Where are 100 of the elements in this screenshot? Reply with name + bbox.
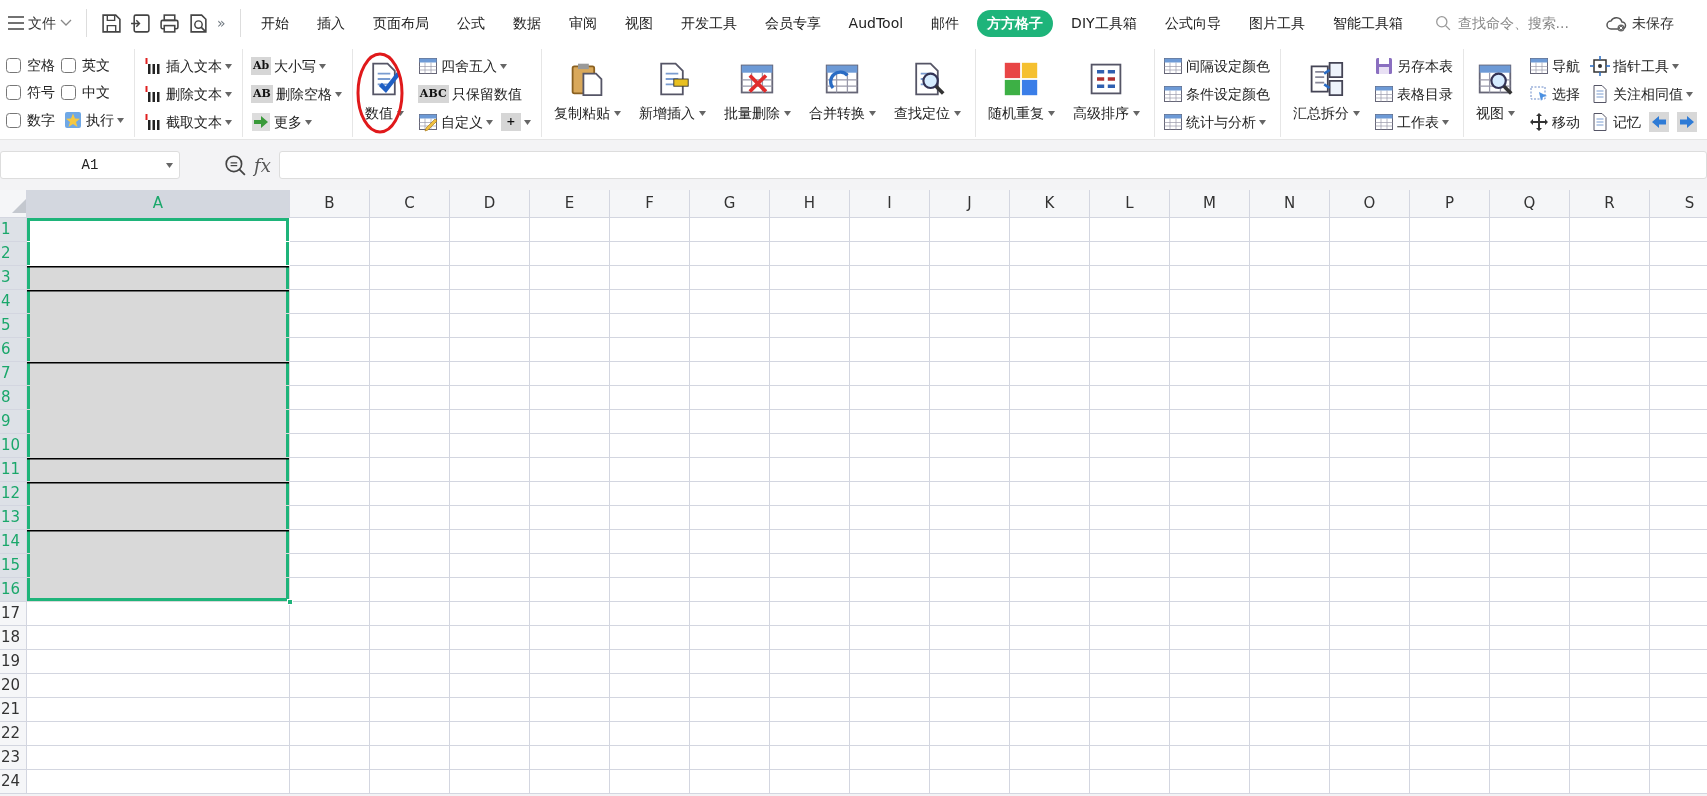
ribbon-tab[interactable]: 开始 [250,9,299,37]
ribbon-button[interactable]: 导航 [1526,53,1582,79]
ribbon-tab[interactable]: 会员专享 [754,9,831,37]
cell[interactable] [27,746,290,770]
ribbon-large-button[interactable]: 批量删除 [717,59,797,126]
column-header[interactable]: C [370,190,450,218]
cell[interactable] [27,530,290,554]
cell[interactable] [27,362,290,386]
column-header[interactable]: F [610,190,690,218]
column-header[interactable]: K [1010,190,1090,218]
cell[interactable] [27,338,290,362]
cell[interactable] [27,626,290,650]
ribbon-button[interactable]: 选择 [1526,81,1582,107]
ribbon-button[interactable]: 插入文本 [141,53,234,79]
row-header[interactable]: 17 [0,602,27,626]
ribbon-tab[interactable]: AudTool [838,9,914,37]
ribbon-tab[interactable]: 页面布局 [362,9,439,37]
formula-field[interactable] [278,151,1707,179]
ribbon-button[interactable]: 执行 [61,107,126,133]
column-header[interactable]: R [1570,190,1650,218]
cell[interactable] [27,722,290,746]
column-header[interactable]: S [1650,190,1707,218]
row-header[interactable]: 20 [0,674,27,698]
ribbon-tab[interactable]: 公式 [446,9,495,37]
cell[interactable] [27,458,290,482]
row-header[interactable]: 23 [0,746,27,770]
name-box[interactable]: A1 [0,151,180,179]
checkbox[interactable] [61,58,76,73]
ribbon-tab[interactable]: 插入 [306,9,355,37]
ribbon-large-button[interactable]: 数值 [358,59,410,126]
column-header[interactable]: L [1090,190,1170,218]
ribbon-button[interactable]: 条件设定颜色 [1160,81,1272,107]
row-header[interactable]: 21 [0,698,27,722]
icon-button[interactable] [1646,109,1671,135]
ribbon-button[interactable]: 指针工具 [1587,53,1681,79]
row-header[interactable]: 19 [0,650,27,674]
ribbon-button[interactable]: 统计与分析 [1160,109,1268,135]
cell[interactable] [27,698,290,722]
ribbon-button[interactable]: 记忆 [1587,109,1643,135]
column-header[interactable]: Q [1490,190,1570,218]
checkbox[interactable] [6,112,21,128]
ribbon-button[interactable]: 工作表 [1371,109,1451,135]
icon-button[interactable] [1674,109,1699,135]
ribbon-button[interactable]: 关注相同值 [1587,81,1695,107]
row-header[interactable]: 24 [0,770,27,794]
ribbon-large-button[interactable]: 复制粘贴 [547,59,627,126]
cell[interactable] [27,770,290,794]
column-header[interactable]: P [1410,190,1490,218]
column-header[interactable]: G [690,190,770,218]
fill-handle[interactable] [287,599,293,605]
ribbon-button[interactable]: 四舍五入 [415,53,509,79]
cell[interactable] [27,242,290,266]
column-header[interactable]: O [1330,190,1410,218]
ribbon-large-button[interactable]: 随机重复 [981,59,1061,126]
ribbon-button[interactable]: 截取文本 [141,109,234,135]
function-label[interactable]: fx [254,151,271,179]
ribbon-large-button[interactable]: 汇总拆分 [1286,59,1366,126]
cell[interactable] [27,602,290,626]
ribbon-button[interactable]: 间隔设定颜色 [1160,53,1272,79]
ribbon-button[interactable]: + [498,109,533,135]
ribbon-tab[interactable]: DIY工具箱 [1061,9,1147,37]
ribbon-large-button[interactable]: 查找定位 [887,59,967,126]
ribbon-tab[interactable]: 智能工具箱 [1322,9,1413,37]
ribbon-large-button[interactable]: 新增插入 [632,59,712,126]
cell[interactable] [27,674,290,698]
ribbon-button[interactable]: 更多 [249,109,314,135]
ribbon-tab[interactable]: 图片工具 [1238,9,1315,37]
checkbox[interactable] [6,85,21,101]
cell[interactable] [27,266,290,290]
ribbon-large-button[interactable]: 高级排序 [1066,59,1146,126]
ribbon-button[interactable]: Ab 大小写 [249,53,329,79]
file-menu-button[interactable]: 文件 [4,12,76,34]
search-field[interactable]: 查找命令、搜索... [1455,11,1586,35]
cell[interactable] [27,578,290,602]
cell[interactable] [27,506,290,530]
ribbon-button[interactable]: AB 删除空格 [249,81,344,107]
column-header[interactable]: B [290,190,370,218]
ribbon-tab[interactable]: 视图 [614,9,663,37]
ribbon-large-button[interactable]: 视图 [1469,59,1521,126]
ribbon-button[interactable]: 自定义 [415,109,495,135]
row-header[interactable]: 22 [0,722,27,746]
ribbon-tab[interactable]: 邮件 [921,9,970,37]
cell[interactable] [27,290,290,314]
column-header[interactable]: H [770,190,850,218]
ribbon-button[interactable]: 另存本表 [1371,53,1455,79]
column-header[interactable]: J [930,190,1010,218]
cell[interactable] [27,482,290,506]
more-button[interactable]: » [213,12,230,34]
column-header[interactable]: M [1170,190,1250,218]
column-header[interactable]: N [1250,190,1330,218]
column-header[interactable]: E [530,190,610,218]
checkbox[interactable] [6,58,21,74]
column-header[interactable]: I [850,190,930,218]
column-header[interactable]: D [450,190,530,218]
ribbon-button[interactable]: 表格目录 [1371,81,1455,107]
ribbon-large-button[interactable]: 合并转换 [802,59,882,126]
cell[interactable] [27,650,290,674]
ribbon-button[interactable]: ABC 只保留数值 [415,81,524,107]
save-status-button[interactable]: 未保存 [1601,12,1678,34]
checkbox[interactable] [61,85,76,100]
